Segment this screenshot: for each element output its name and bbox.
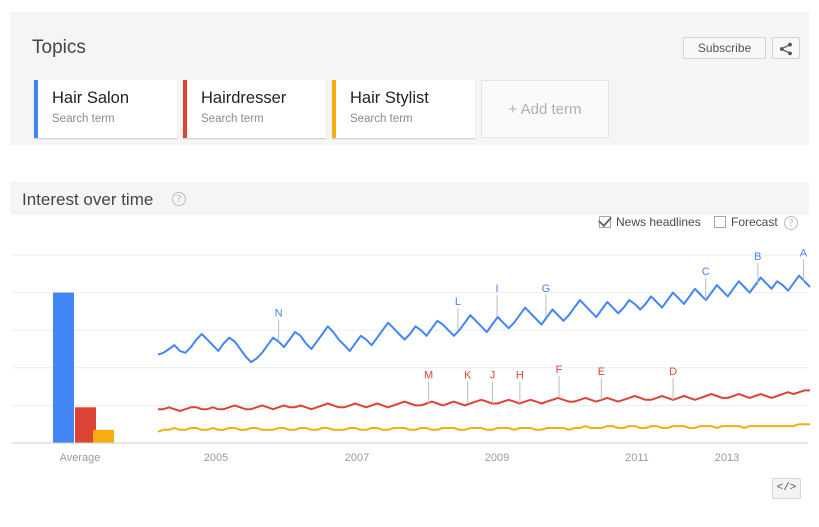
- gridlines: [12, 254, 808, 444]
- svg-text:H: H: [516, 370, 524, 382]
- svg-text:N: N: [275, 307, 283, 319]
- x-axis-tick-label: 2005: [203, 452, 229, 464]
- trends-page: Topics Subscribe Hair Salon Search term …: [0, 0, 819, 527]
- svg-text:M: M: [424, 370, 433, 382]
- svg-text:F: F: [556, 364, 563, 376]
- svg-text:A: A: [800, 247, 808, 259]
- x-axis-tick-label: 2011: [625, 452, 649, 464]
- svg-text:D: D: [669, 366, 677, 378]
- svg-text:I: I: [496, 283, 499, 295]
- x-axis-tick-label: 2013: [714, 452, 740, 464]
- svg-text:J: J: [490, 370, 496, 382]
- svg-text:E: E: [598, 366, 605, 378]
- x-axis-tick-label: Average: [59, 452, 101, 464]
- embed-button[interactable]: </>: [772, 478, 801, 499]
- trends-chart: N L I G C B A M K J H F E D: [12, 247, 811, 444]
- x-axis-tick-label: 2009: [484, 452, 510, 464]
- svg-text:C: C: [702, 266, 710, 278]
- trend-lines: [157, 274, 811, 433]
- svg-text:B: B: [754, 251, 761, 263]
- svg-text:L: L: [455, 296, 461, 308]
- svg-text:K: K: [464, 370, 472, 382]
- x-axis-tick-label: 2007: [344, 452, 370, 464]
- svg-text:G: G: [542, 283, 551, 295]
